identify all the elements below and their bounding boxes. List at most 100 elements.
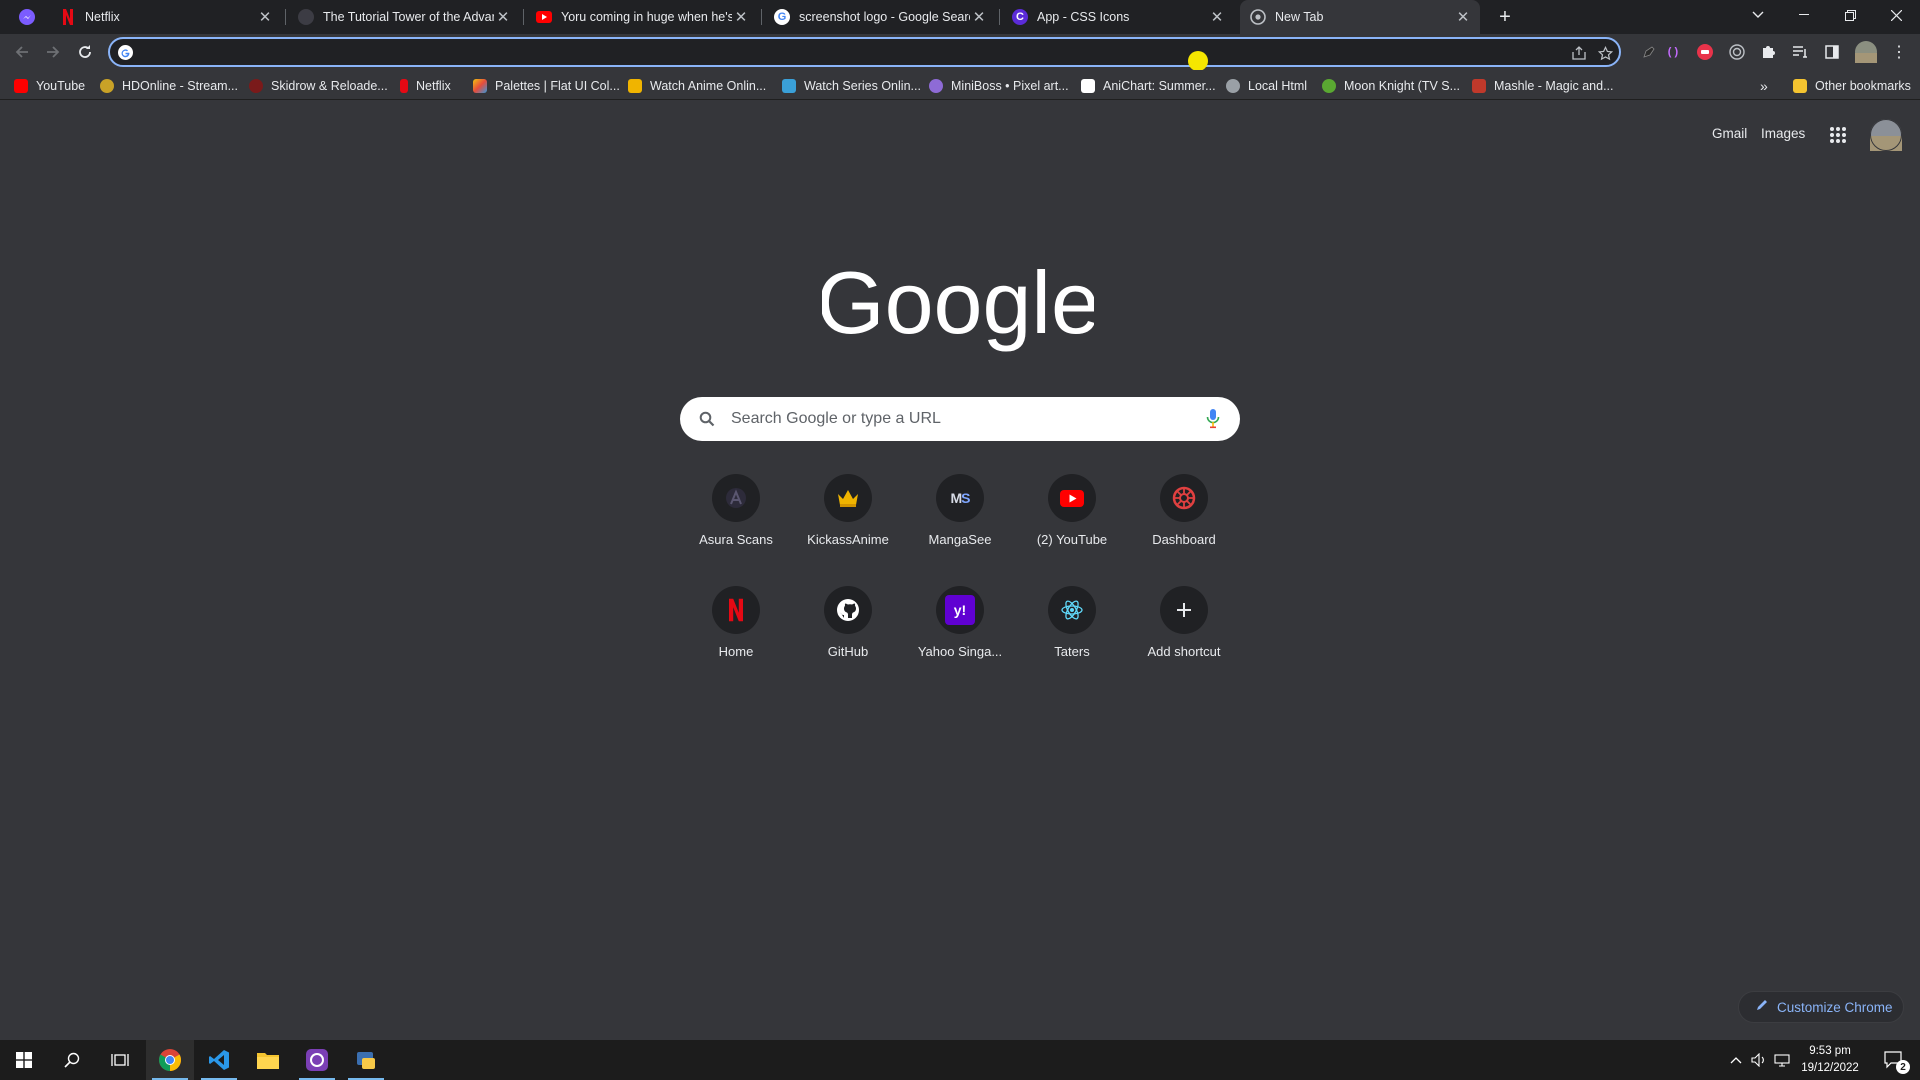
profile-avatar[interactable]	[1855, 41, 1877, 63]
bookmarks-bar: YouTube HDOnline - Stream... Skidrow & R…	[0, 70, 1920, 100]
bookmark-watch-anime[interactable]: Watch Anime Onlin...	[628, 76, 766, 96]
windows-start-icon[interactable]	[0, 1040, 48, 1080]
yahoo-icon: y!	[936, 586, 984, 634]
vscode-taskbar-icon[interactable]	[195, 1040, 243, 1080]
tab-new-tab[interactable]: New Tab ✕	[1240, 0, 1480, 34]
gmail-link[interactable]: Gmail	[1712, 126, 1747, 141]
youtube-icon	[1048, 474, 1096, 522]
tab-netflix[interactable]: Netflix ✕	[50, 0, 282, 34]
shortcut-youtube[interactable]: (2) YouTube	[1016, 466, 1128, 570]
microphone-icon[interactable]	[1206, 408, 1220, 435]
shortcut-yahoo[interactable]: y! Yahoo Singa...	[904, 578, 1016, 682]
bookmark-palettes[interactable]: Palettes | Flat UI Col...	[473, 76, 620, 96]
shortcut-mangasee[interactable]: MS MangaSee	[904, 466, 1016, 570]
images-link[interactable]: Images	[1761, 126, 1805, 141]
record-extension-icon[interactable]	[1696, 43, 1714, 61]
hdonline-icon	[100, 79, 114, 93]
tab-tutorial-tower[interactable]: The Tutorial Tower of the Advanced ✕	[288, 0, 520, 34]
new-tab-button[interactable]: +	[1495, 6, 1515, 28]
bookmark-anichart[interactable]: AniChart: Summer...	[1081, 76, 1216, 96]
youtube-icon	[536, 11, 552, 23]
close-icon[interactable]: ✕	[256, 8, 274, 26]
account-avatar[interactable]	[1870, 119, 1902, 156]
bookmark-mashle[interactable]: Mashle - Magic and...	[1472, 76, 1614, 96]
task-view-icon[interactable]	[96, 1040, 144, 1080]
back-button[interactable]	[8, 38, 36, 66]
tab-title: Yoru coming in huge when he's n	[561, 10, 732, 24]
cursor-highlight	[1188, 51, 1208, 71]
search-placeholder: Search Google or type a URL	[731, 410, 941, 427]
notification-badge: 2	[1896, 1060, 1910, 1074]
restore-button[interactable]	[1827, 0, 1873, 30]
bookmark-hdonline[interactable]: HDOnline - Stream...	[100, 76, 238, 96]
browser-toolbar: ( ) ⋮	[0, 34, 1920, 70]
close-icon[interactable]: ✕	[970, 8, 988, 26]
volume-icon[interactable]	[1748, 1040, 1770, 1080]
shortcut-taters[interactable]: Taters	[1016, 578, 1128, 682]
extensions-puzzle-icon[interactable]	[1759, 43, 1777, 61]
chrome-taskbar-icon[interactable]	[146, 1040, 194, 1080]
plus-icon	[1160, 586, 1208, 634]
tab-css-icons[interactable]: C App - CSS Icons ✕	[1002, 0, 1234, 34]
brackets-extension-icon[interactable]: ( )	[1664, 43, 1682, 61]
bookmark-youtube[interactable]: YouTube	[14, 76, 85, 96]
address-bar[interactable]	[108, 37, 1621, 67]
share-icon[interactable]	[1570, 44, 1588, 62]
bookmark-local-html[interactable]: Local Html	[1226, 76, 1307, 96]
close-icon[interactable]: ✕	[494, 8, 512, 26]
globe-icon	[1226, 79, 1240, 93]
anichart-icon	[1081, 79, 1095, 93]
target-extension-icon[interactable]	[1728, 43, 1746, 61]
notification-center-icon[interactable]: 2	[1876, 1040, 1912, 1080]
forward-button[interactable]	[39, 38, 67, 66]
bookmark-skidrow[interactable]: Skidrow & Reloade...	[249, 76, 388, 96]
customize-chrome-button[interactable]: Customize Chrome	[1738, 991, 1904, 1023]
tab-divider	[523, 9, 524, 25]
shortcut-kickassanime[interactable]: KickassAnime	[792, 466, 904, 570]
pen-extension-icon[interactable]	[1640, 43, 1658, 61]
google-logo: Google	[816, 253, 1100, 355]
tab-title: New Tab	[1275, 10, 1324, 24]
other-bookmarks[interactable]: Other bookmarks	[1793, 76, 1911, 96]
file-explorer-icon[interactable]	[244, 1040, 292, 1080]
more-bookmarks-chevron-icon[interactable]: »	[1760, 76, 1768, 96]
close-icon[interactable]: ✕	[1454, 8, 1472, 26]
tab-google-search[interactable]: G screenshot logo - Google Search ✕	[764, 0, 996, 34]
messenger-icon[interactable]	[18, 8, 36, 26]
search-icon[interactable]	[48, 1040, 96, 1080]
shortcut-home[interactable]: Home	[680, 578, 792, 682]
tab-search-button[interactable]	[1735, 0, 1781, 30]
taskbar-clock[interactable]: 9:53 pm 19/12/2022	[1790, 1043, 1870, 1077]
reading-list-icon[interactable]	[1791, 43, 1809, 61]
shortcut-asura-scans[interactable]: Asura Scans	[680, 466, 792, 570]
show-hidden-icons-chevron-icon[interactable]	[1725, 1040, 1747, 1080]
bookmark-netflix[interactable]: Netflix	[400, 76, 451, 96]
reload-button[interactable]	[71, 38, 99, 66]
address-input[interactable]	[140, 42, 1540, 62]
google-apps-icon[interactable]	[1829, 126, 1847, 149]
more-menu-icon[interactable]: ⋮	[1890, 43, 1908, 61]
side-panel-icon[interactable]	[1823, 43, 1841, 61]
search-box[interactable]: Search Google or type a URL	[680, 397, 1240, 441]
shortcut-add[interactable]: Add shortcut	[1128, 578, 1240, 682]
bookmark-miniboss[interactable]: MiniBoss • Pixel art...	[929, 76, 1069, 96]
bookmark-watch-series[interactable]: Watch Series Onlin...	[782, 76, 921, 96]
crown-icon	[824, 474, 872, 522]
netflix-icon	[712, 586, 760, 634]
close-window-button[interactable]	[1873, 0, 1919, 30]
mangasee-icon: MS	[936, 474, 984, 522]
google-icon: G	[774, 9, 790, 25]
netflix-icon	[400, 79, 408, 93]
minimize-button[interactable]	[1781, 0, 1827, 30]
bookmark-moon-knight[interactable]: Moon Knight (TV S...	[1322, 76, 1460, 96]
clock-date: 19/12/2022	[1801, 1062, 1859, 1074]
close-icon[interactable]: ✕	[1208, 8, 1226, 26]
pencil-icon	[1755, 998, 1769, 1017]
tab-youtube-video[interactable]: Yoru coming in huge when he's n ✕	[526, 0, 758, 34]
github-desktop-icon[interactable]	[293, 1040, 341, 1080]
shortcut-github[interactable]: GitHub	[792, 578, 904, 682]
shortcut-dashboard[interactable]: Dashboard	[1128, 466, 1240, 570]
bookmark-star-icon[interactable]	[1596, 44, 1614, 62]
close-icon[interactable]: ✕	[732, 8, 750, 26]
python-icon[interactable]	[342, 1040, 390, 1080]
